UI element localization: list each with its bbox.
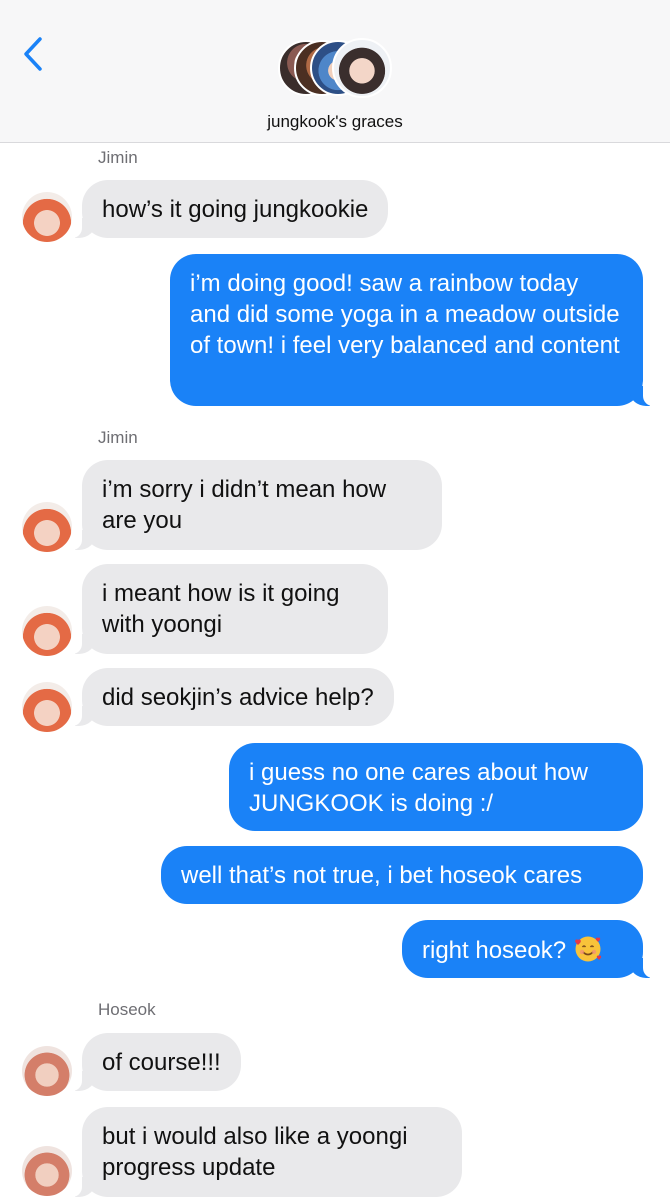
group-name[interactable]: jungkook's graces bbox=[0, 112, 670, 132]
outgoing-message-bubble[interactable]: i’m doing good! saw a rainbow today and … bbox=[170, 254, 653, 406]
sender-avatar[interactable] bbox=[22, 682, 72, 732]
message-text: well that’s not true, i bet hoseok cares bbox=[181, 862, 583, 889]
incoming-message-bubble[interactable]: i meant how is it going with yoongi bbox=[72, 564, 388, 654]
sender-name: Jimin bbox=[98, 428, 138, 447]
sender-avatar[interactable] bbox=[22, 1146, 72, 1196]
incoming-message-bubble[interactable]: of course!!! bbox=[72, 1033, 241, 1091]
message-text: but i would also like a yoongi progress … bbox=[102, 1123, 408, 1181]
message-text: i guess no one cares about how JUNGKOOK … bbox=[249, 759, 588, 817]
back-button[interactable] bbox=[20, 36, 50, 72]
message-text: right hoseok? bbox=[422, 937, 567, 964]
outgoing-message-bubble[interactable]: well that’s not true, i bet hoseok cares bbox=[161, 846, 643, 904]
message-text: of course!!! bbox=[102, 1049, 221, 1076]
group-avatars[interactable] bbox=[278, 38, 398, 102]
sender-avatar[interactable] bbox=[22, 606, 72, 656]
sender-name: Hoseok bbox=[98, 1000, 156, 1019]
smiling-face-with-hearts-icon bbox=[573, 934, 603, 964]
message-text: how’s it going jungkookie bbox=[102, 196, 369, 223]
sender-name: Jimin bbox=[98, 148, 138, 167]
incoming-message-bubble[interactable]: i’m sorry i didn’t mean how are you bbox=[72, 460, 442, 550]
sender-avatar[interactable] bbox=[22, 1046, 72, 1096]
incoming-message-bubble[interactable]: how’s it going jungkookie bbox=[71, 180, 389, 238]
outgoing-message-bubble[interactable]: i guess no one cares about how JUNGKOOK … bbox=[229, 743, 643, 831]
chevron-left-icon bbox=[24, 37, 42, 71]
conversation-header: jungkook's graces bbox=[0, 0, 670, 143]
message-text: i’m doing good! saw a rainbow today and … bbox=[190, 270, 620, 359]
group-member-avatar bbox=[332, 38, 392, 98]
incoming-message-bubble[interactable]: but i would also like a yoongi progress … bbox=[72, 1107, 462, 1197]
sender-avatar[interactable] bbox=[22, 192, 72, 242]
outgoing-message-bubble[interactable]: right hoseok? bbox=[402, 920, 653, 978]
sender-avatar[interactable] bbox=[22, 502, 72, 552]
incoming-message-bubble[interactable]: did seokjin’s advice help? bbox=[72, 668, 394, 726]
message-text: did seokjin’s advice help? bbox=[102, 684, 374, 711]
message-text: i meant how is it going with yoongi bbox=[102, 580, 340, 638]
message-text: i’m sorry i didn’t mean how are you bbox=[102, 476, 387, 534]
